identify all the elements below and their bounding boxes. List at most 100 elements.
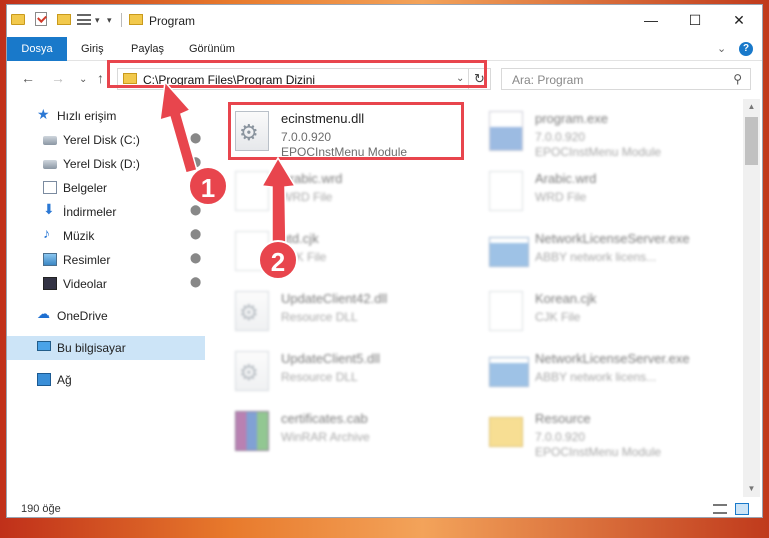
tab-view[interactable]: Görünüm [189,37,235,61]
details-view-icon[interactable] [713,504,727,514]
pin-icon[interactable]: ⬤ [190,157,201,168]
sidebar-item-videos[interactable]: Videolar ⬤ [7,272,205,296]
file-item-ecinstmenu-dll[interactable]: ecinstmenu.dll 7.0.0.920 EPOCInstMenu Mo… [229,103,477,159]
file-name: NetworkLicenseServer.exe [535,231,690,246]
minimize-button[interactable]: — [629,5,673,35]
file-type: Resource DLL [281,370,358,384]
file-version: 7.0.0.920 [281,130,332,144]
sidebar-item-local-disk-d[interactable]: Yerel Disk (D:) ⬤ [7,152,205,176]
help-icon[interactable]: ? [739,42,753,56]
disk-icon [43,160,57,169]
sidebar-item-local-disk-c[interactable]: Yerel Disk (C:) ⬤ [7,128,205,152]
forward-button[interactable]: → [51,70,65,86]
file-item[interactable]: NetworkLicenseServer.exe ABBY network li… [483,343,731,399]
doc-icon [235,171,269,211]
toolbar-separator [121,13,122,27]
file-type: WinRAR Archive [281,430,370,444]
navigation-bar: ← → ⌄ ↑ C:\Program Files\Program Dizini … [7,62,762,96]
window-title: Program [149,14,196,28]
pin-icon[interactable]: ⬤ [190,205,201,216]
file-item[interactable]: UpdateClient5.dll Resource DLL [229,343,477,399]
sidebar-item-quick-access[interactable]: ★ Hızlı erişim [7,104,205,128]
file-name: UpdateClient42.dll [281,291,388,306]
tab-share[interactable]: Paylaş [131,37,164,61]
sidebar-item-label: OneDrive [57,309,108,323]
videos-icon [43,277,57,290]
up-button[interactable]: ↑ [97,70,104,86]
ribbon: Dosya Giriş Paylaş Görünüm ⌄ ? [7,37,762,61]
file-item[interactable]: NetworkLicenseServer.exe ABBY network li… [483,223,731,279]
close-button[interactable]: ✕ [717,5,761,35]
folder-icon [489,417,523,447]
pin-icon[interactable]: ⬤ [190,253,201,264]
sidebar-item-label: Bu bilgisayar [57,341,126,355]
file-name: UpdateClient5.dll [281,351,381,366]
file-name: ecinstmenu.dll [281,111,365,126]
pin-icon[interactable]: ⬤ [190,277,201,288]
file-type: WRD File [281,190,333,204]
scroll-down-button[interactable]: ▼ [743,481,760,497]
file-item[interactable]: Korean.cjk CJK File [483,283,731,339]
back-button[interactable]: ← [21,70,35,86]
sidebar-item-label: Resimler [63,253,111,267]
file-description: EPOCInstMenu Module [535,445,662,459]
new-folder-icon[interactable] [57,14,71,25]
tab-home[interactable]: Giriş [81,37,104,61]
file-name: Arabic.wrd [535,171,597,186]
properties-icon[interactable] [35,12,47,26]
search-input[interactable]: Ara: Program [512,73,583,87]
tab-file[interactable]: Dosya [7,37,67,61]
file-item[interactable]: UpdateClient42.dll Resource DLL [229,283,477,339]
sidebar-item-downloads[interactable]: ⬇ İndirmeler ⬤ [7,200,205,224]
scroll-up-button[interactable]: ▲ [743,99,760,115]
scroll-thumb[interactable] [745,117,758,165]
sidebar-item-music[interactable]: ♪ Müzik ⬤ [7,224,205,248]
address-path[interactable]: C:\Program Files\Program Dizini [143,73,315,87]
sidebar-item-label: İndirmeler [63,205,117,219]
file-name: Arabic.wrd [281,171,343,186]
file-item[interactable]: program.exe 7.0.0.920 EPOCInstMenu Modul… [483,103,731,159]
sidebar-item-network[interactable]: Ağ [7,368,205,392]
navigation-pane: ★ Hızlı erişim Yerel Disk (C:) ⬤ Yerel D… [7,96,205,498]
documents-icon [43,181,57,194]
file-type: WRD File [535,190,587,204]
file-list: ecinstmenu.dll 7.0.0.920 EPOCInstMenu Mo… [225,99,741,497]
file-description: EPOCInstMenu Module [535,145,662,159]
quick-access-dropdown-icon[interactable]: ▾ [95,15,105,25]
sidebar-item-label: Hızlı erişim [57,109,117,123]
customize-toolbar-icon[interactable]: ▾ [107,15,117,25]
search-icon[interactable]: ⚲ [733,72,742,86]
cloud-icon: ☁ [37,306,50,321]
file-item[interactable]: Arabic.wrd WRD File [229,163,477,219]
file-name: Resource [535,411,591,426]
download-icon: ⬇ [43,201,55,217]
file-item[interactable]: Arabic.wrd WRD File [483,163,731,219]
maximize-button[interactable]: ☐ [673,5,717,35]
status-bar: 190 öğe [7,499,762,517]
file-item[interactable]: certificates.cab WinRAR Archive [229,403,477,459]
sidebar-item-pictures[interactable]: Resimler ⬤ [7,248,205,272]
refresh-button[interactable]: ↻ [469,68,491,90]
pin-icon[interactable]: ⬤ [190,133,201,144]
pin-icon[interactable]: ⬤ [190,229,201,240]
sidebar-item-label: Yerel Disk (D:) [63,157,140,171]
doc-icon [489,171,523,211]
large-icons-view-icon[interactable] [735,503,749,515]
view-icon[interactable] [77,14,91,25]
file-name: program.exe [535,111,608,126]
file-item[interactable]: Resource 7.0.0.920 EPOCInstMenu Module [483,403,731,459]
file-type: ABBY network licens... [535,250,657,264]
address-bar[interactable]: C:\Program Files\Program Dizini ⌄ [117,68,469,90]
file-version: 7.0.0.920 [535,130,586,144]
vertical-scrollbar[interactable]: ▲ ▼ [743,99,760,497]
sidebar-item-label: Belgeler [63,181,108,195]
sidebar-item-onedrive[interactable]: ☁ OneDrive [7,304,205,328]
ribbon-expand-icon[interactable]: ⌄ [717,42,726,55]
search-box[interactable]: Ara: Program ⚲ [501,68,751,90]
address-dropdown-icon[interactable]: ⌄ [456,73,464,84]
file-type: ABBY network licens... [535,370,657,384]
recent-locations-button[interactable]: ⌄ [79,74,87,85]
sidebar-item-documents[interactable]: Belgeler ⬤ [7,176,205,200]
network-icon [37,373,51,386]
sidebar-item-this-pc[interactable]: Bu bilgisayar [7,336,205,360]
